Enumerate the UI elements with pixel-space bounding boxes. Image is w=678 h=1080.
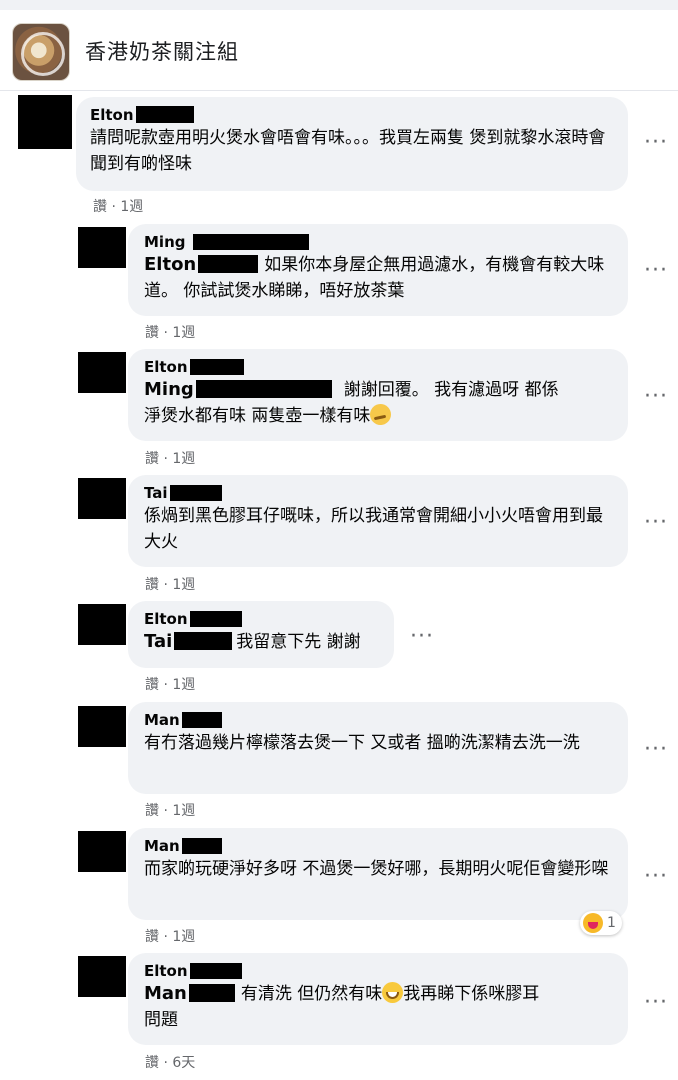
like-link[interactable]: 讚 xyxy=(93,199,107,215)
group-header: 香港奶茶關注組 xyxy=(0,10,678,91)
redacted-name xyxy=(195,380,332,398)
redacted-name xyxy=(169,485,222,501)
mention-link[interactable]: Ming xyxy=(144,379,194,400)
redacted-name xyxy=(189,611,242,627)
redacted-name xyxy=(188,984,235,1002)
comment-text: Elton 如果你本身屋企無用過濾水，有機會有較大味道。 你試試煲水睇睇，唔好放茶… xyxy=(144,254,605,301)
comment-meta: 讚 · 1週 xyxy=(145,577,196,593)
mention-link[interactable]: Tai xyxy=(144,631,172,652)
like-link[interactable]: 讚 xyxy=(145,677,159,693)
comment-bubble: Elton 請問呢款壺用明火煲水會唔會有味。。。我買左兩隻 煲到就黎水滾時會聞到… xyxy=(76,97,628,191)
comment-meta: 讚 · 6天 xyxy=(145,1055,196,1071)
comment-bubble: Elton Man 有清洗 但仍然有味 我再睇下係咪膠耳 問題 xyxy=(128,953,628,1045)
like-link[interactable]: 讚 xyxy=(145,929,159,945)
more-options-icon[interactable]: ··· xyxy=(644,739,668,761)
like-link[interactable]: 讚 xyxy=(145,1055,159,1071)
comment-age: 1週 xyxy=(172,325,196,341)
comment-age: 1週 xyxy=(120,199,144,215)
more-options-icon[interactable]: ··· xyxy=(644,132,668,154)
comment-age: 1週 xyxy=(172,577,196,593)
comment-text: 請問呢款壺用明火煲水會唔會有味。。。我買左兩隻 煲到就黎水滾時會聞到有啲怪味 xyxy=(90,128,606,174)
comment-text: 有冇落過幾片檸檬落去煲一下 又或者 搵啲洗潔精去洗一洗 xyxy=(144,733,580,753)
mention-link[interactable]: Man xyxy=(144,983,187,1004)
avatar[interactable] xyxy=(78,831,126,872)
avatar[interactable] xyxy=(78,352,126,393)
like-link[interactable]: 讚 xyxy=(145,325,159,341)
comment-meta: 讚 · 1週 xyxy=(145,677,196,693)
redacted-name xyxy=(193,234,310,250)
more-options-icon[interactable]: ··· xyxy=(644,992,668,1014)
group-avatar[interactable] xyxy=(12,23,70,81)
avatar[interactable] xyxy=(78,478,126,519)
avatar[interactable] xyxy=(78,706,126,747)
thinking-face-icon xyxy=(370,404,392,425)
top-divider xyxy=(0,0,678,10)
redacted-name xyxy=(181,712,222,728)
avatar[interactable] xyxy=(78,956,126,997)
comment-author[interactable]: Tai xyxy=(144,484,614,502)
redacted-name xyxy=(189,963,242,979)
redacted-name xyxy=(174,632,233,650)
comment-text: 而家啲玩硬淨好多呀 不過煲一煲好哪，長期明火呢佢會變形㗎 xyxy=(144,859,609,879)
comment-meta: 讚 · 1週 xyxy=(145,803,196,819)
comment-text: Tai 我留意下先 謝謝 xyxy=(144,631,361,652)
comment-bubble: Man 而家啲玩硬淨好多呀 不過煲一煲好哪，長期明火呢佢會變形㗎 xyxy=(128,828,628,920)
reaction-count: 1 xyxy=(607,915,616,931)
like-link[interactable]: 讚 xyxy=(145,451,159,467)
avatar[interactable] xyxy=(78,604,126,645)
more-options-icon[interactable]: ··· xyxy=(644,866,668,888)
more-options-icon[interactable]: ··· xyxy=(410,626,434,648)
comment-age: 1週 xyxy=(172,803,196,819)
comment-meta: 讚 · 1週 xyxy=(93,199,144,215)
comment-author[interactable]: Elton xyxy=(144,962,614,980)
comment-text: Ming 謝謝回覆。 我有濾過呀 都係 淨煲水都有味 兩隻壺一樣有味 xyxy=(144,379,559,426)
more-options-icon[interactable]: ··· xyxy=(644,260,668,282)
reaction-summary[interactable]: 1 xyxy=(580,911,622,935)
comment-bubble: Elton Ming 謝謝回覆。 我有濾過呀 都係 淨煲水都有味 兩隻壺一樣有味 xyxy=(128,349,628,441)
redacted-name xyxy=(189,359,244,375)
group-name[interactable]: 香港奶茶關注組 xyxy=(85,36,239,66)
comment-age: 6天 xyxy=(172,1055,196,1071)
comment-text: 係煱到黑色膠耳仔嘅味，所以我通常會開細小小火唔會用到最大火 xyxy=(144,506,603,552)
comment-author[interactable]: Ming xyxy=(144,233,614,251)
more-options-icon[interactable]: ··· xyxy=(644,512,668,534)
comment-age: 1週 xyxy=(172,929,196,945)
haha-reaction-icon xyxy=(583,913,603,933)
comment-bubble: Elton Tai 我留意下先 謝謝 xyxy=(128,601,394,668)
like-link[interactable]: 讚 xyxy=(145,577,159,593)
avatar[interactable] xyxy=(18,95,72,149)
like-link[interactable]: 讚 xyxy=(145,803,159,819)
avatar[interactable] xyxy=(78,227,126,268)
more-options-icon[interactable]: ··· xyxy=(644,386,668,408)
comment-author[interactable]: Man xyxy=(144,837,614,855)
redacted-name xyxy=(198,255,259,273)
comment-author[interactable]: Elton xyxy=(144,358,614,376)
comment-meta: 讚 · 1週 xyxy=(145,325,196,341)
redacted-name xyxy=(135,106,194,123)
comment-age: 1週 xyxy=(172,677,196,693)
redacted-name xyxy=(181,838,222,854)
comment-bubble: Tai 係煱到黑色膠耳仔嘅味，所以我通常會開細小小火唔會用到最大火 xyxy=(128,475,628,567)
comment-author[interactable]: Elton xyxy=(144,610,380,628)
comment-age: 1週 xyxy=(172,451,196,467)
comment-meta: 讚 · 1週 xyxy=(145,929,196,945)
comment-bubble: Ming Elton 如果你本身屋企無用過濾水，有機會有較大味道。 你試試煲水睇睇… xyxy=(128,224,628,316)
comment-text: Man 有清洗 但仍然有味 我再睇下係咪膠耳 問題 xyxy=(144,982,540,1030)
comment-bubble: Man 有冇落過幾片檸檬落去煲一下 又或者 搵啲洗潔精去洗一洗 xyxy=(128,702,628,794)
comment-author[interactable]: Elton xyxy=(90,106,614,124)
grinning-face-icon xyxy=(382,982,404,1003)
comment-meta: 讚 · 1週 xyxy=(145,451,196,467)
comment-author[interactable]: Man xyxy=(144,711,614,729)
mention-link[interactable]: Elton xyxy=(144,254,196,275)
